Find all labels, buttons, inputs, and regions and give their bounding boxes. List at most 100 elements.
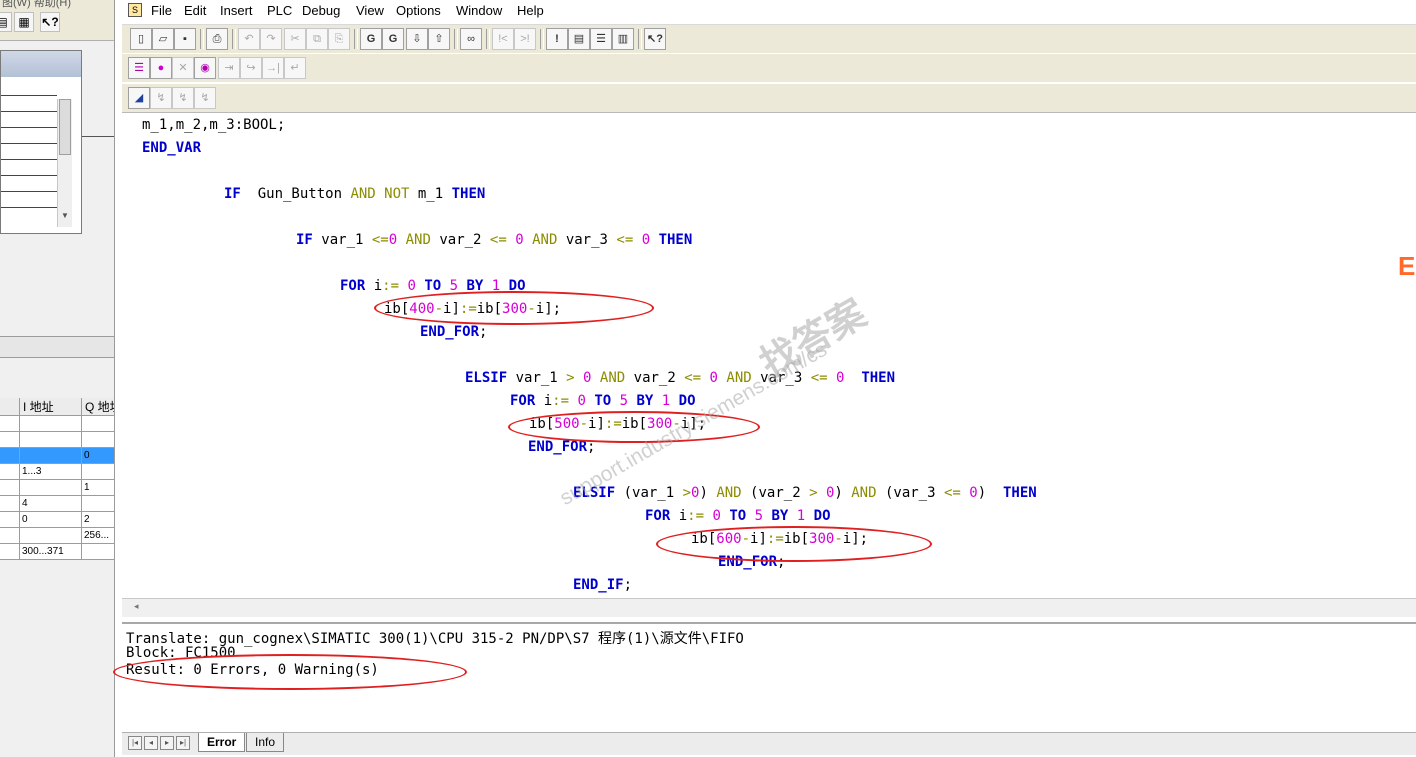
hw-table-cell[interactable] xyxy=(82,464,114,480)
breakpoint-next-icon[interactable]: >! xyxy=(514,28,536,50)
hw-table-cell[interactable] xyxy=(0,432,20,448)
list-item[interactable] xyxy=(1,111,57,112)
hw-table-cell[interactable] xyxy=(0,416,20,432)
tab-prev-icon[interactable]: ◂ xyxy=(144,736,158,750)
list-item[interactable] xyxy=(1,159,57,160)
record-icon[interactable]: ● xyxy=(150,57,172,79)
tab-info[interactable]: Info xyxy=(246,733,285,752)
code-line[interactable]: END_VAR xyxy=(142,140,201,156)
menu-edit[interactable]: Edit xyxy=(184,3,206,18)
hw-table-cell[interactable] xyxy=(20,416,82,432)
hw-table-cell[interactable] xyxy=(0,464,20,480)
hw-table-cell[interactable] xyxy=(82,416,114,432)
trace-off-icon[interactable]: ↯ xyxy=(172,87,194,109)
print-icon[interactable]: ⎙ xyxy=(206,28,228,50)
menu-plc[interactable]: PLC xyxy=(267,3,292,18)
breakpoint-prev-icon[interactable]: !< xyxy=(492,28,514,50)
step-over-icon[interactable]: ↪ xyxy=(240,57,262,79)
list-item[interactable] xyxy=(1,207,57,208)
code-line[interactable]: IF var_1 <=0 AND var_2 <= 0 AND var_3 <=… xyxy=(296,232,692,248)
hw-table-cell[interactable] xyxy=(82,544,114,560)
hw-table-cell[interactable]: 4 xyxy=(20,496,82,512)
hw-table-cell[interactable] xyxy=(20,480,82,496)
hw-table-cell[interactable] xyxy=(0,448,20,464)
app-icon[interactable]: S xyxy=(128,3,142,17)
code-line[interactable]: FOR i:= 0 TO 5 BY 1 DO xyxy=(645,508,831,524)
scroll-left-icon[interactable]: ◂ xyxy=(134,601,139,612)
trace-icon[interactable]: ↯ xyxy=(150,87,172,109)
menu-file[interactable]: File xyxy=(151,3,172,18)
window-tile-h-icon[interactable]: ☰ xyxy=(590,28,612,50)
hw-table-cell[interactable]: 1 xyxy=(82,480,114,496)
step-into-icon[interactable]: →| xyxy=(262,57,284,79)
menu-view[interactable]: View xyxy=(356,3,384,18)
hw-table-cell[interactable] xyxy=(20,448,82,464)
hw-table-cell[interactable]: 256... xyxy=(82,528,114,544)
hw-table-cell[interactable] xyxy=(0,544,20,560)
hw-table-cell[interactable]: 0 xyxy=(20,512,82,528)
tab-first-icon[interactable]: |◂ xyxy=(128,736,142,750)
menu-help[interactable]: Help xyxy=(517,3,544,18)
tab-error[interactable]: Error xyxy=(198,733,246,752)
hw-table-cell[interactable] xyxy=(0,528,20,544)
step-icon[interactable]: ⇥ xyxy=(218,57,240,79)
code-line[interactable]: m_1,m_2,m_3:BOOL; xyxy=(142,117,285,133)
code-line[interactable]: END_IF; xyxy=(573,577,632,593)
upload-icon[interactable]: ⇧ xyxy=(428,28,450,50)
code-line[interactable]: FOR i:= 0 TO 5 BY 1 DO xyxy=(510,393,696,409)
disconnect-icon[interactable]: ✕ xyxy=(172,57,194,79)
window-tile-v-icon[interactable]: ▥ xyxy=(612,28,634,50)
step-out-icon[interactable]: ↵ xyxy=(284,57,306,79)
new-icon[interactable]: ▯ xyxy=(130,28,152,50)
hw-table-cell[interactable] xyxy=(0,512,20,528)
hw-table-cell[interactable] xyxy=(0,480,20,496)
compile-all-icon[interactable]: G xyxy=(382,28,404,50)
paste-icon[interactable]: ⎘ xyxy=(328,28,350,50)
object-list[interactable]: ▼ xyxy=(0,50,82,234)
list-item[interactable] xyxy=(1,143,57,144)
code-line[interactable]: IF Gun_Button AND NOT m_1 THEN xyxy=(224,186,485,202)
object-list-scrollbar[interactable]: ▼ xyxy=(57,99,72,227)
hw-table-cell[interactable] xyxy=(0,496,20,512)
code-line[interactable]: ELSIF var_1 > 0 AND var_2 <= 0 AND var_3… xyxy=(465,370,895,386)
menu-options[interactable]: Options xyxy=(396,3,441,18)
help-pointer-icon[interactable]: ↖? xyxy=(40,12,60,32)
hw-table-cell[interactable] xyxy=(20,432,82,448)
scroll-thumb[interactable] xyxy=(59,99,71,155)
compile-icon[interactable]: G xyxy=(360,28,382,50)
exclamation-icon[interactable]: ! xyxy=(546,28,568,50)
window-cascade-icon[interactable]: ▤ xyxy=(568,28,590,50)
download-icon[interactable]: ⇩ xyxy=(406,28,428,50)
menu-insert[interactable]: Insert xyxy=(220,3,253,18)
tab-next-icon[interactable]: ▸ xyxy=(160,736,174,750)
code-line[interactable]: END_FOR; xyxy=(420,324,487,340)
menu-window[interactable]: Window xyxy=(456,3,502,18)
redo-icon[interactable]: ↷ xyxy=(260,28,282,50)
monitor-cycle-icon[interactable]: ◢ xyxy=(128,87,150,109)
help-pointer-icon[interactable]: ↖? xyxy=(644,28,666,50)
hw-table-cell[interactable] xyxy=(82,496,114,512)
hw-table-cell[interactable]: 0 xyxy=(82,448,114,464)
hw-table-cell[interactable]: 2 xyxy=(82,512,114,528)
list-item[interactable] xyxy=(1,175,57,176)
list-icon[interactable]: ☰ xyxy=(128,57,150,79)
tree-icon[interactable]: ▤ xyxy=(0,12,12,32)
undo-icon[interactable]: ↶ xyxy=(238,28,260,50)
scroll-down-icon[interactable]: ▼ xyxy=(61,211,69,220)
pane-splitter[interactable] xyxy=(0,336,114,358)
network-icon[interactable]: ▦ xyxy=(14,12,34,32)
hw-table-cell[interactable]: 300...371 xyxy=(20,544,82,560)
tab-last-icon[interactable]: ▸| xyxy=(176,736,190,750)
hw-table-cell[interactable]: 1...3 xyxy=(20,464,82,480)
list-item[interactable] xyxy=(1,127,57,128)
open-icon[interactable]: ▱ xyxy=(152,28,174,50)
monitor-icon[interactable]: ∞ xyxy=(460,28,482,50)
cut-icon[interactable]: ✂ xyxy=(284,28,306,50)
run-icon[interactable]: ◉ xyxy=(194,57,216,79)
copy-icon[interactable]: ⧉ xyxy=(306,28,328,50)
list-item[interactable] xyxy=(1,95,57,96)
menu-debug[interactable]: Debug xyxy=(302,3,340,18)
save-icon[interactable]: ▪ xyxy=(174,28,196,50)
hw-table-cell[interactable] xyxy=(20,528,82,544)
hw-table-cell[interactable] xyxy=(82,432,114,448)
